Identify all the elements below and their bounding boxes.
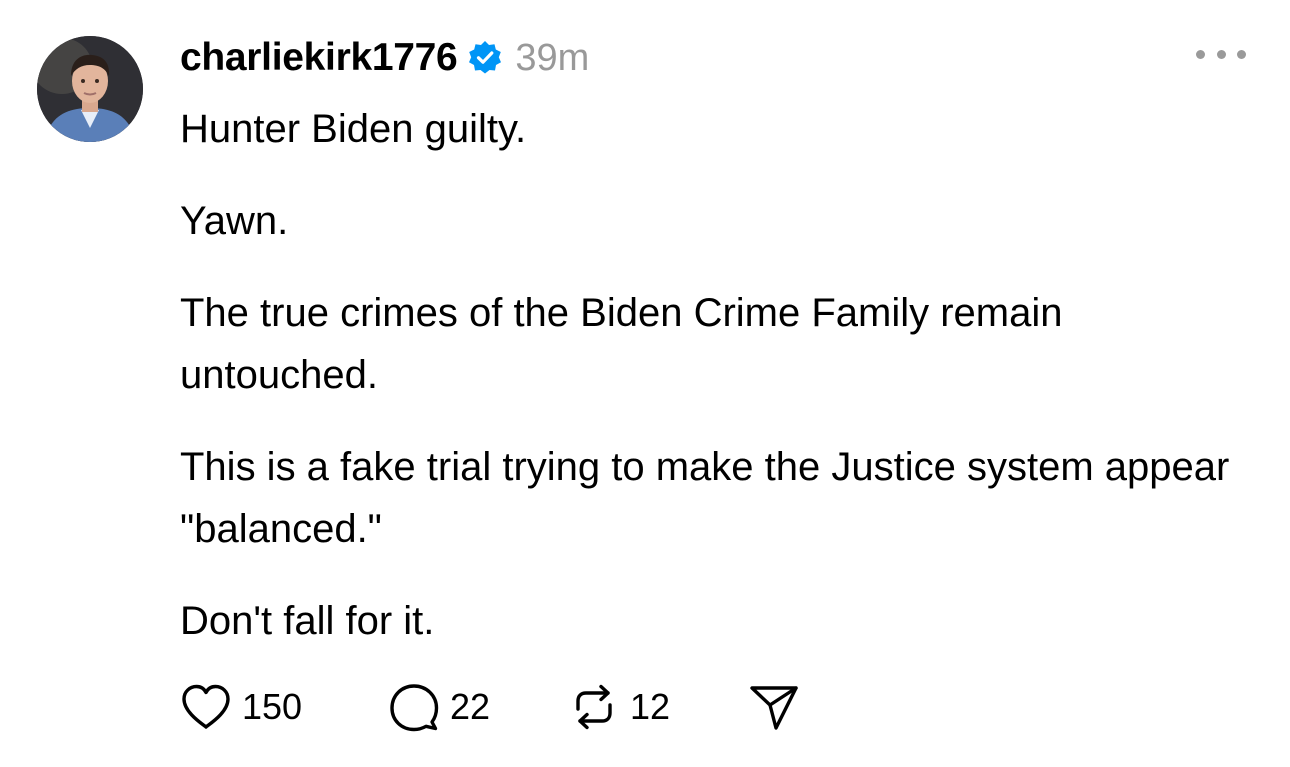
more-dot [1196,49,1205,59]
more-dot [1216,49,1226,59]
verified-badge-icon [467,40,503,76]
reply-count: 22 [450,686,491,727]
thread-post: charliekirk1776 39m Hunter Biden guilty.… [0,0,1290,767]
post-paragraph: The true crimes of the Biden Crime Famil… [180,291,1063,397]
avatar[interactable] [37,36,143,142]
username[interactable]: charliekirk1776 [180,36,458,80]
more-options-icon[interactable] [1196,44,1246,64]
timestamp: 39m [515,36,590,79]
action-bar: 150 22 12 [180,680,800,734]
share-button[interactable] [748,683,800,731]
post-header: charliekirk1776 39m [180,30,589,86]
repost-icon [576,684,612,730]
avatar-image [37,36,143,142]
post-paragraph: Don't fall for it. [180,599,435,643]
comment-bubble-icon [390,684,439,732]
reply-button[interactable]: 22 [388,682,568,732]
post-body: Hunter Biden guilty. Yawn. The true crim… [180,98,1260,682]
more-dot [1237,49,1246,59]
repost-count: 12 [630,686,671,727]
repost-button[interactable]: 12 [568,683,748,731]
post-paragraph: This is a fake trial trying to make the … [180,445,1230,551]
like-count: 150 [242,686,303,727]
post-paragraph: Yawn. [180,199,289,243]
post-paragraph: Hunter Biden guilty. [180,107,527,151]
send-icon [750,686,798,730]
like-button[interactable]: 150 [180,683,388,731]
heart-icon [182,684,230,729]
